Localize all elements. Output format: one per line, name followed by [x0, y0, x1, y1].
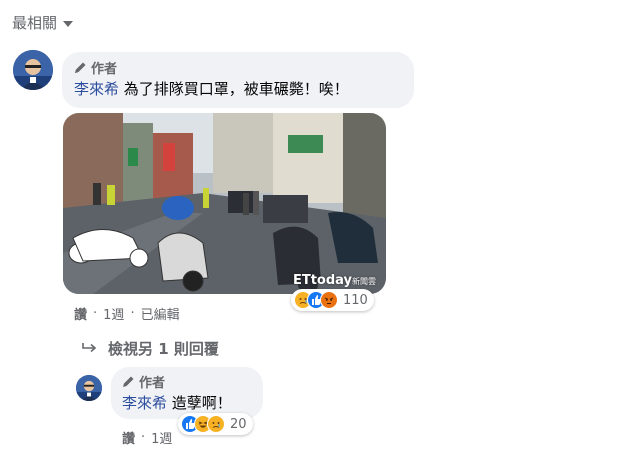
reply-text: 李來希 造孽啊！ [122, 393, 252, 413]
reply-avatar[interactable] [76, 375, 102, 401]
street-scene-image [63, 113, 386, 294]
comment-text: 李來希 為了排隊買口罩，被車碾斃！唉！ [74, 79, 402, 99]
reply-bubble: 作者 李來希 造孽啊！ [111, 367, 263, 419]
separator-dot: · [141, 430, 146, 445]
comment-timestamp[interactable]: 1週 [103, 304, 124, 323]
author-badge-label: 作者 [91, 62, 118, 77]
like-button[interactable]: 讚 [74, 304, 87, 323]
author-badge: 作者 [122, 372, 252, 391]
sort-dropdown[interactable]: 最相關 [12, 12, 74, 33]
reply-reaction-summary[interactable]: 20 [178, 413, 253, 435]
watermark-text: ETtoday [292, 273, 352, 288]
view-replies-label: 檢視另 1 則回覆 [108, 340, 219, 358]
view-replies-link[interactable]: 檢視另 1 則回覆 [82, 338, 219, 359]
reply-actions: 讚 · 1週 [122, 428, 172, 447]
author-badge: 作者 [74, 58, 402, 77]
chevron-down-icon [63, 20, 74, 27]
reaction-summary[interactable]: 110 [291, 289, 374, 311]
pencil-icon [74, 61, 87, 74]
reaction-count: 110 [343, 292, 368, 308]
angry-reaction-icon [320, 291, 338, 309]
comment-actions: 讚 · 1週 · 已編輯 [74, 304, 180, 323]
author-name-link[interactable]: 李來希 [74, 80, 119, 98]
photo-watermark: ETtoday新聞雲 [293, 273, 376, 288]
avatar-photo [13, 50, 53, 90]
pencil-icon [122, 375, 135, 388]
watermark-subtext: 新聞雲 [352, 277, 376, 286]
edited-label: 已編輯 [140, 308, 180, 323]
author-name-link[interactable]: 李來希 [122, 394, 167, 412]
reply-arrow-icon [82, 340, 98, 358]
like-button[interactable]: 讚 [122, 428, 135, 447]
separator-dot: · [130, 306, 135, 321]
separator-dot: · [93, 306, 98, 321]
comment-photo[interactable]: ETtoday新聞雲 [63, 113, 386, 294]
comment-body: 為了排隊買口罩，被車碾斃！唉！ [123, 80, 349, 98]
author-badge-label: 作者 [139, 376, 166, 391]
sad-reaction-icon [207, 415, 225, 433]
sort-label: 最相關 [12, 14, 58, 32]
reaction-count: 20 [230, 416, 247, 432]
avatar-photo [76, 375, 102, 401]
reply-timestamp[interactable]: 1週 [151, 428, 172, 447]
reply-body: 造孽啊！ [171, 394, 232, 412]
avatar[interactable] [13, 50, 53, 90]
comment-bubble: 作者 李來希 為了排隊買口罩，被車碾斃！唉！ [62, 52, 414, 108]
